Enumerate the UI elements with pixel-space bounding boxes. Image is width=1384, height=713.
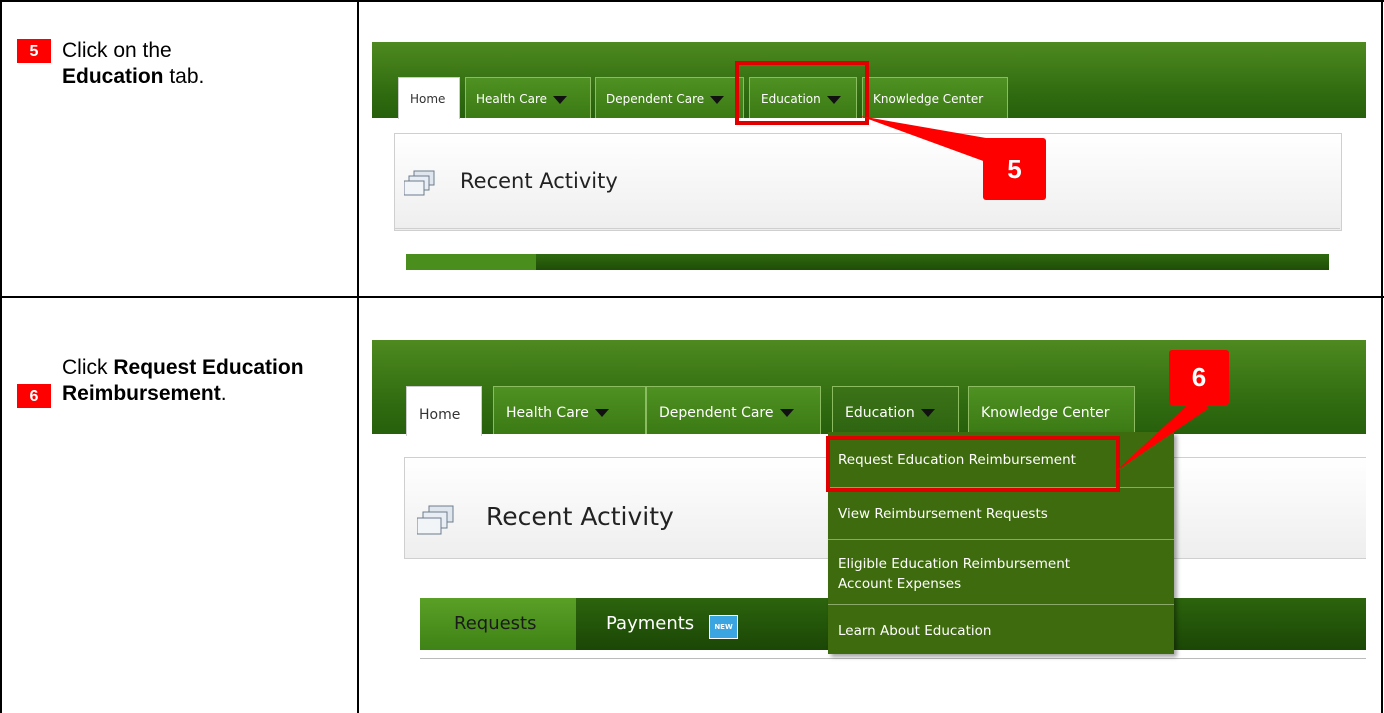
table-border-top <box>0 0 1384 2</box>
subtab-active <box>406 254 536 270</box>
tab-label: Education <box>845 405 915 421</box>
subtab-requests[interactable]: Requests <box>420 598 576 650</box>
menu-item-learn-about-education[interactable]: Learn About Education <box>828 605 1174 654</box>
step-number-badge: 5 <box>17 39 51 63</box>
tab-dependent-care[interactable]: Dependent Care <box>646 386 821 434</box>
new-badge-icon: NEW <box>709 615 738 639</box>
subtab-payments[interactable]: Payments NEW <box>576 598 776 650</box>
chevron-down-icon <box>920 409 935 417</box>
highlight-box-education <box>735 61 869 125</box>
subtab-bar <box>406 254 1329 270</box>
menu-item-label: View Reimbursement Requests <box>838 506 1048 522</box>
menu-item-view-reimbursement-requests[interactable]: View Reimbursement Requests <box>828 488 1174 540</box>
table-column-divider <box>357 0 359 713</box>
tab-home[interactable]: Home <box>406 386 482 436</box>
tab-label: Health Care <box>476 92 548 106</box>
chevron-down-icon <box>553 95 568 104</box>
callout-badge: 6 <box>1169 350 1229 405</box>
tab-label: Home <box>410 92 446 106</box>
callout-pointer <box>860 116 986 162</box>
tab-label: Knowledge Center <box>873 92 984 106</box>
menu-item-label: Learn About Education <box>838 623 992 639</box>
menu-item-eligible-expenses[interactable]: Eligible Education Reimbursement Account… <box>828 540 1174 605</box>
callout-badge: 5 <box>983 138 1046 200</box>
tab-education[interactable]: Education <box>832 386 959 434</box>
panel-title: Recent Activity <box>486 502 674 531</box>
divider <box>394 228 1340 229</box>
callout-pointer <box>1115 398 1209 472</box>
highlight-box-request-reimbursement <box>826 436 1120 492</box>
menu-item-label: Eligible Education Reimbursement Account… <box>838 556 1071 592</box>
chevron-down-icon <box>710 95 725 104</box>
window-stack-icon <box>404 170 435 196</box>
table-border-right <box>1381 0 1383 713</box>
step-number-badge: 6 <box>17 384 51 408</box>
tab-health-care[interactable]: Health Care <box>493 386 646 434</box>
panel-title: Recent Activity <box>460 169 618 193</box>
subtab-label: Payments <box>606 613 695 634</box>
subtab-label: Requests <box>454 613 537 634</box>
step-text: Click on the Education tab. <box>62 39 205 88</box>
tab-label: Health Care <box>506 405 589 421</box>
chevron-down-icon <box>594 409 609 417</box>
divider <box>420 658 1366 659</box>
tab-label: Knowledge Center <box>981 405 1110 421</box>
window-stack-icon <box>417 505 454 535</box>
tab-label: Dependent Care <box>606 92 705 106</box>
table-row-divider <box>0 296 1384 298</box>
tab-knowledge-center[interactable]: Knowledge Center <box>968 386 1135 434</box>
tab-label: Home <box>419 407 461 423</box>
step-text: Click Request Education Reimbursement. <box>62 356 304 405</box>
table-border-left <box>0 0 2 713</box>
chevron-down-icon <box>779 409 794 417</box>
tab-home[interactable]: Home <box>398 77 460 119</box>
tab-label: Dependent Care <box>659 405 774 421</box>
tab-dependent-care[interactable]: Dependent Care <box>595 77 744 118</box>
tab-health-care[interactable]: Health Care <box>465 77 591 118</box>
